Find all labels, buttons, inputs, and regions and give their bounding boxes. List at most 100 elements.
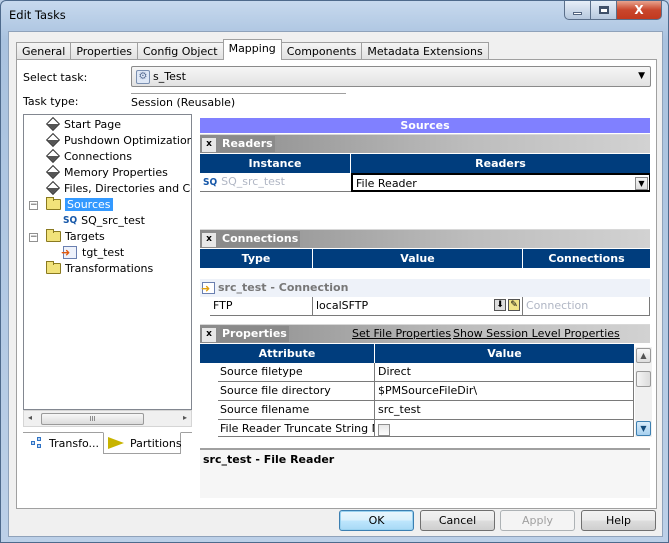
tree-item-label: Memory Properties	[64, 165, 168, 179]
reader-select[interactable]: File Reader ▼	[351, 173, 650, 192]
minimize-icon	[573, 11, 582, 15]
property-row: Source filetype Direct	[200, 363, 634, 382]
tree-item-files-directories-commands[interactable]: Files, Directories and Commands	[45, 180, 191, 196]
scroll-left-icon[interactable]: ◂	[28, 413, 32, 422]
tab-properties[interactable]: Properties	[70, 42, 138, 60]
window-title: Edit Tasks	[9, 8, 66, 22]
reader-value: File Reader	[356, 177, 417, 190]
tree-item-label: Start Page	[64, 117, 121, 131]
tree-item-transformations[interactable]: Transformations	[46, 260, 153, 276]
value-cell[interactable]: $PMSourceFileDir\	[375, 382, 634, 401]
tree-item-sources[interactable]: Sources	[46, 196, 113, 212]
tab-components[interactable]: Components	[280, 42, 363, 60]
property-row: Source filename src_test	[200, 401, 634, 420]
diamond-icon	[45, 180, 61, 196]
session-gear-icon: ⚙	[136, 69, 150, 84]
collapse-connections-button[interactable]: x	[202, 233, 216, 247]
tree-item-targets[interactable]: Targets	[46, 228, 105, 244]
attribute-cell: File Reader Truncate String Null	[218, 420, 375, 437]
tree-item-memory-properties[interactable]: Memory Properties	[45, 164, 168, 180]
folder-icon	[46, 260, 61, 274]
instance-value: SQ_src_test	[221, 175, 285, 188]
set-file-properties-link[interactable]: Set File Properties	[352, 327, 451, 340]
description-panel: src_test - File Reader	[200, 448, 650, 498]
down-arrow-icon[interactable]: ⬇	[494, 299, 506, 311]
value-cell[interactable]: src_test	[375, 401, 634, 420]
folder-icon	[46, 228, 61, 242]
show-session-level-properties-link[interactable]: Show Session Level Properties	[453, 327, 620, 340]
tree-item-label: SQ_src_test	[81, 213, 145, 227]
properties-section-bar: x Properties Set File Properties Show Se…	[200, 324, 650, 343]
connection-connections-cell[interactable]: Connection	[523, 297, 650, 316]
tree-item-label: Files, Directories and Commands	[64, 181, 191, 195]
scroll-right-icon[interactable]: ▸	[183, 413, 187, 422]
connections-section-bar: x Connections	[200, 229, 650, 248]
select-task-dropdown[interactable]: ⚙ s_Test ▼	[131, 66, 651, 87]
tab-transformations[interactable]: Transfo...	[27, 432, 103, 454]
attribute-cell: Source filename	[218, 401, 375, 420]
select-task-label: Select task:	[23, 71, 88, 84]
tab-general[interactable]: General	[16, 42, 72, 60]
collapse-sources-toggle[interactable]: −	[29, 201, 38, 210]
apply-button[interactable]: Apply	[500, 510, 575, 531]
scroll-up-icon[interactable]: ▲	[636, 348, 651, 363]
column-header-instance[interactable]: Instance	[200, 154, 351, 173]
row-gutter	[200, 401, 218, 420]
tab-config-object[interactable]: Config Object	[136, 42, 224, 60]
row-indent	[200, 297, 210, 316]
close-button[interactable]: X	[617, 1, 662, 20]
cancel-button[interactable]: Cancel	[420, 510, 495, 531]
tree-item-label: Sources	[65, 197, 113, 211]
readers-grid-header: Instance Readers	[200, 154, 650, 173]
connections-grid-header: Type Value Connections	[200, 249, 650, 268]
scrollbar-thumb[interactable]	[636, 371, 651, 387]
minimize-button[interactable]	[564, 1, 591, 20]
readers-row: SQ SQ_src_test File Reader ▼	[200, 173, 650, 192]
tab-partitions[interactable]: Partitions	[103, 432, 182, 454]
tree-horizontal-scrollbar[interactable]: ◂ III ▸	[23, 410, 192, 427]
collapse-targets-toggle[interactable]: −	[29, 233, 38, 242]
column-header-value[interactable]: Value	[375, 344, 634, 363]
close-icon: X	[634, 3, 644, 17]
tree-item-start-page[interactable]: Start Page	[45, 116, 121, 132]
tree-item-pushdown-optimization[interactable]: Pushdown Optimization	[45, 132, 191, 148]
connection-value-cell[interactable]: localSFTP ⬇ ✎	[313, 297, 523, 316]
title-bar[interactable]: Edit Tasks X	[1, 1, 668, 27]
tree-item-connections[interactable]: Connections	[45, 148, 132, 164]
description-title: src_test - File Reader	[203, 453, 335, 466]
scrollbar-thumb[interactable]: III	[41, 413, 144, 425]
scroll-down-icon[interactable]: ▼	[636, 421, 651, 436]
dialog-client: General Properties Config Object Mapping…	[8, 31, 663, 537]
column-header-value[interactable]: Value	[313, 249, 523, 268]
truncate-string-null-checkbox[interactable]	[378, 424, 390, 436]
reader-instance-cell[interactable]: SQ SQ_src_test	[200, 173, 351, 192]
value-cell	[375, 420, 634, 437]
column-header-type[interactable]: Type	[200, 249, 313, 268]
chevron-down-icon[interactable]: ▼	[635, 177, 648, 190]
tab-metadata-extensions[interactable]: Metadata Extensions	[361, 42, 489, 60]
collapse-properties-button[interactable]: x	[202, 328, 216, 342]
maximize-button[interactable]	[591, 1, 617, 20]
tree-item-label: tgt_test	[82, 245, 125, 259]
connection-group-row[interactable]: src_test - Connection	[200, 279, 650, 298]
tree-item-sq-src-test[interactable]: SQ SQ_src_test	[63, 212, 145, 228]
connection-row: FTP localSFTP ⬇ ✎ Connection	[200, 297, 650, 316]
column-header-connections[interactable]: Connections	[523, 249, 650, 268]
tab-mapping[interactable]: Mapping	[222, 39, 282, 60]
help-button[interactable]: Help	[581, 510, 656, 531]
value-cell[interactable]: Direct	[375, 363, 634, 382]
tree-item-label: Connections	[64, 149, 132, 163]
tree-item-tgt-test[interactable]: tgt_test	[61, 244, 125, 260]
column-header-readers[interactable]: Readers	[351, 154, 650, 173]
connection-type-cell[interactable]: FTP	[210, 297, 313, 316]
tree-item-label: Targets	[65, 229, 105, 243]
properties-vertical-scrollbar[interactable]: ▲ ▼	[635, 347, 652, 437]
ok-button[interactable]: OK	[339, 510, 414, 531]
maximize-icon	[598, 6, 609, 14]
edit-pencil-icon[interactable]: ✎	[508, 299, 520, 311]
collapse-readers-button[interactable]: x	[202, 138, 216, 152]
column-header-attribute[interactable]: Attribute	[200, 344, 375, 363]
connection-group-label: src_test - Connection	[218, 281, 349, 294]
task-type-label: Task type:	[23, 95, 79, 108]
partitions-icon	[108, 437, 124, 449]
